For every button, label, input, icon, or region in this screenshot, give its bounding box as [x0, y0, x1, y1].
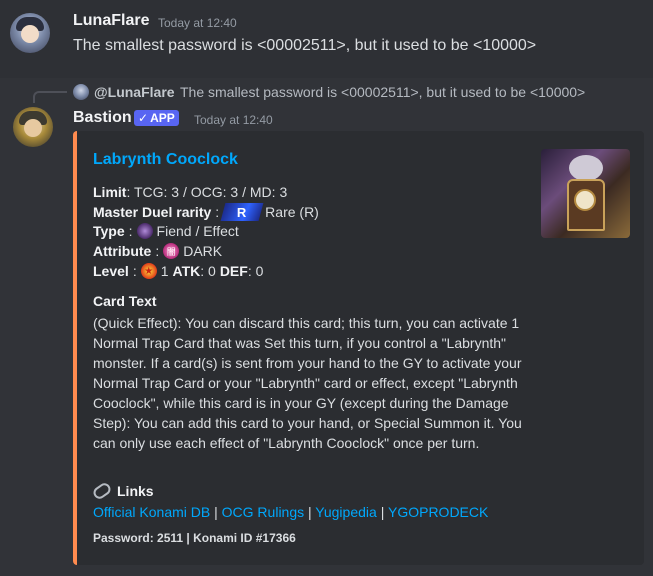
def-label: DEF	[219, 263, 248, 279]
type-label: Type	[93, 223, 125, 239]
attribute-colon: :	[155, 243, 160, 259]
dark-attribute-icon: 闇	[163, 243, 180, 259]
lunaflare-avatar[interactable]	[10, 13, 50, 53]
card-thumbnail[interactable]	[541, 149, 630, 238]
link-official-konami-db[interactable]: Official Konami DB	[93, 504, 210, 520]
message-1-username[interactable]: LunaFlare	[73, 12, 149, 30]
rarity-label: Master Duel rarity	[93, 204, 212, 220]
attribute-value: DARK	[183, 243, 223, 259]
link-ygoprodeck[interactable]: YGOPRODECK	[388, 504, 488, 520]
link-separator: |	[210, 504, 222, 520]
limit-line: Limit: TCG: 3 / OCG: 3 / MD: 3	[93, 184, 287, 200]
embed-title[interactable]: Labrynth Cooclock	[93, 151, 238, 169]
limit-label: Limit	[93, 184, 127, 200]
embed-footer: Password: 2511 | Konami ID #17366	[93, 531, 296, 545]
link-separator: |	[376, 504, 388, 520]
attribute-line: Attribute: 闇 DARK	[93, 243, 222, 259]
type-line: Type: Fiend / Effect	[93, 223, 239, 239]
message-1: LunaFlare Today at 12:40 The smallest pa…	[0, 0, 653, 78]
thumbnail-clock-face	[574, 189, 596, 211]
rarity-icon: R	[220, 203, 264, 221]
message-2-timestamp[interactable]: Today at 12:40	[194, 113, 273, 127]
atk-value: : 0	[200, 263, 216, 279]
card-embed: Labrynth Cooclock Limit: TCG: 3 / OCG: 3…	[73, 131, 644, 565]
atk-label: ATK	[172, 263, 201, 279]
links-row: Official Konami DB | OCG Rulings | Yugip…	[93, 504, 488, 520]
reply-spine	[33, 91, 67, 103]
rarity-colon: :	[215, 204, 220, 220]
def-value: : 0	[247, 263, 264, 279]
card-text-body: (Quick Effect): You can discard this car…	[93, 315, 522, 451]
link-separator: |	[304, 504, 316, 520]
message-1-content: The smallest password is <00002511>, but…	[73, 37, 537, 54]
message-2-username[interactable]: Bastion	[73, 109, 132, 127]
avatar-face	[24, 119, 42, 137]
limit-value: : TCG: 3 / OCG: 3 / MD: 3	[126, 184, 288, 200]
rarity-line: Master Duel rarity: R Rare (R)	[93, 203, 319, 221]
links-heading: Links	[91, 480, 154, 502]
message-1-timestamp[interactable]: Today at 12:40	[158, 16, 237, 30]
type-colon: :	[128, 223, 133, 239]
link-icon	[91, 480, 113, 502]
links-heading-label: Links	[117, 483, 154, 499]
reply-text[interactable]: The smallest password is <00002511>, but…	[180, 84, 585, 100]
app-badge-label: APP	[150, 111, 175, 125]
type-value: Fiend / Effect	[156, 223, 239, 239]
app-badge: ✓ APP	[134, 110, 179, 126]
level-colon: :	[132, 263, 137, 279]
level-line: Level: ★ 1 ATK: 0 DEF: 0	[93, 263, 263, 279]
reply-avatar[interactable]	[73, 84, 89, 100]
bastion-avatar[interactable]	[13, 107, 53, 147]
thumbnail-figure-head	[569, 155, 603, 181]
rarity-icon-text: R	[237, 204, 247, 220]
attribute-label: Attribute	[93, 243, 152, 259]
link-yugipedia[interactable]: Yugipedia	[315, 504, 377, 520]
link-ocg-rulings[interactable]: OCG Rulings	[222, 504, 304, 520]
level-label: Level	[93, 263, 129, 279]
reply-username[interactable]: @LunaFlare	[94, 84, 175, 100]
fiend-type-icon	[136, 223, 153, 239]
checkmark-icon: ✓	[138, 111, 149, 125]
avatar-face	[21, 25, 39, 43]
card-text-heading: Card Text	[93, 293, 157, 309]
rarity-value: Rare (R)	[265, 204, 319, 220]
level-star-icon: ★	[140, 263, 157, 279]
level-value: 1	[160, 263, 169, 279]
